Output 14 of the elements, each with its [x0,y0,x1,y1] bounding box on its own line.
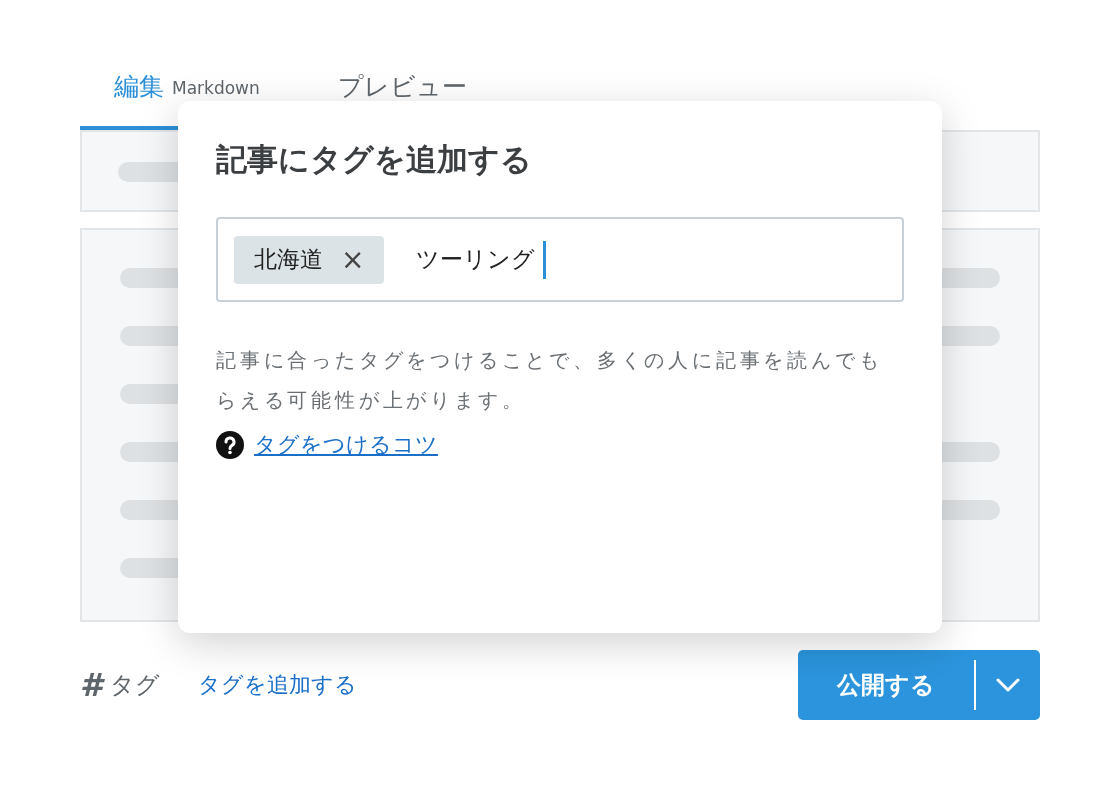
tag-input-field[interactable]: 北海道 × ツーリング [216,217,904,302]
chevron-down-icon [996,678,1020,692]
dialog-title: 記事にタグを追加する [216,140,533,179]
tag-text: 北海道 [254,245,323,274]
description-text: 記事に合ったタグをつけることで、多くの人に記事を読んでもらえる可能性が上がります。 [216,347,884,414]
close-icon[interactable]: × [341,243,365,276]
text-caret [543,240,547,279]
help-icon [216,431,244,459]
help-link[interactable]: タグをつけるコツ [254,430,438,460]
tag-label: タグ [110,670,161,701]
add-tag-link[interactable]: タグを追加する [198,670,358,700]
typed-text: ツーリング [416,245,536,274]
publish-button[interactable]: 公開する [798,650,974,720]
hash-icon: # [80,666,103,704]
